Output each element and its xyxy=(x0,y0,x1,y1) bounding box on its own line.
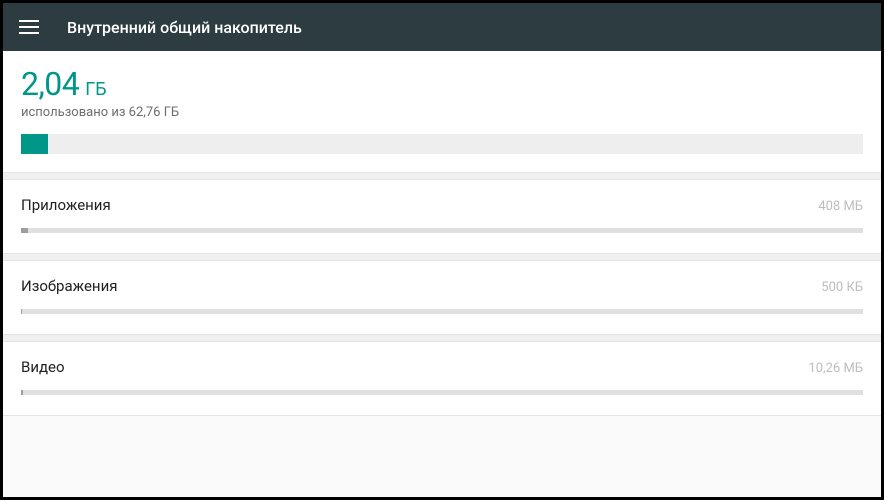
section-divider xyxy=(3,334,881,342)
content: 2,04 ГБ использовано из 62,76 ГБ Приложе… xyxy=(3,51,881,497)
app-bar: Внутренний общий накопитель xyxy=(3,3,881,51)
category-bar xyxy=(21,228,863,233)
total-usage-fill xyxy=(21,134,48,154)
menu-icon[interactable] xyxy=(19,20,39,34)
section-divider xyxy=(3,172,881,180)
category-apps[interactable]: Приложения 408 МБ xyxy=(3,180,881,253)
category-size: 500 КБ xyxy=(821,280,863,295)
storage-summary: 2,04 ГБ использовано из 62,76 ГБ xyxy=(3,51,881,172)
used-unit: ГБ xyxy=(85,79,106,100)
category-size: 10,26 МБ xyxy=(808,361,863,376)
category-bar-fill xyxy=(21,309,22,314)
page-title: Внутренний общий накопитель xyxy=(67,18,302,37)
app-frame: Внутренний общий накопитель 2,04 ГБ испо… xyxy=(0,0,884,500)
category-images[interactable]: Изображения 500 КБ xyxy=(3,261,881,334)
section-divider xyxy=(3,415,881,416)
category-label: Приложения xyxy=(21,196,111,214)
category-video[interactable]: Видео 10,26 МБ xyxy=(3,342,881,415)
category-bar-fill xyxy=(21,228,28,233)
category-label: Изображения xyxy=(21,277,117,295)
used-value: 2,04 xyxy=(21,65,79,103)
section-divider xyxy=(3,253,881,261)
used-amount: 2,04 ГБ xyxy=(21,65,863,103)
category-bar-fill xyxy=(21,390,23,395)
category-label: Видео xyxy=(21,358,65,376)
used-subtext: использовано из 62,76 ГБ xyxy=(21,105,863,120)
category-size: 408 МБ xyxy=(818,199,863,214)
category-bar xyxy=(21,390,863,395)
total-usage-bar xyxy=(21,134,863,154)
category-bar xyxy=(21,309,863,314)
